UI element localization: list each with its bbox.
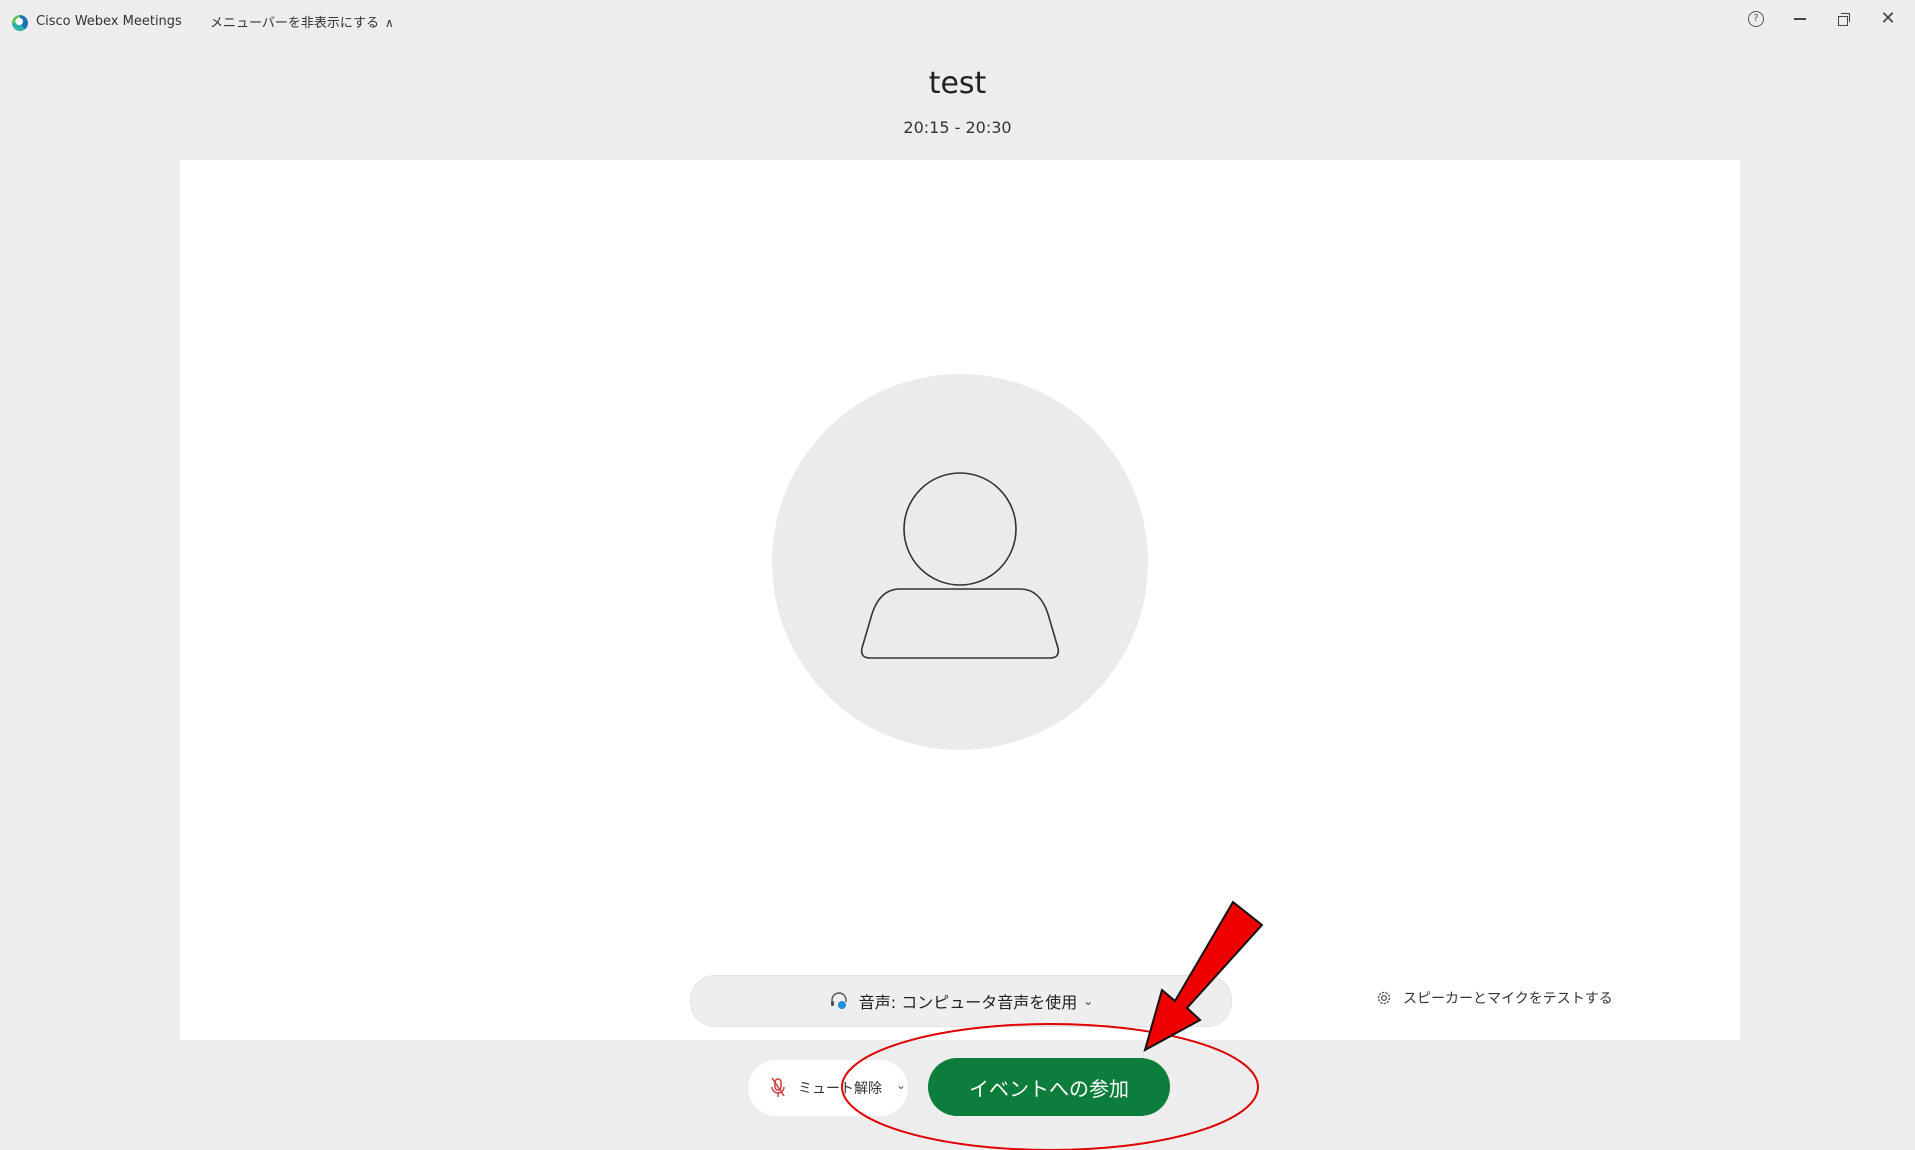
restore-icon <box>1838 13 1850 26</box>
help-icon: ? <box>1748 11 1764 27</box>
gear-icon <box>1377 991 1391 1005</box>
webex-logo-icon <box>12 15 28 31</box>
chevron-down-icon: ⌄ <box>896 1078 907 1092</box>
audio-connection-selector[interactable]: 音声: コンピュータ音声を使用 ⌄ <box>690 975 1232 1027</box>
meeting-title: test <box>928 66 987 101</box>
app-name: Cisco Webex Meetings <box>36 14 182 29</box>
help-button[interactable]: ? <box>1747 10 1765 28</box>
restore-button[interactable] <box>1835 10 1853 28</box>
minimize-icon <box>1794 18 1806 20</box>
join-event-button[interactable]: イベントへの参加 <box>928 1058 1170 1116</box>
person-icon <box>860 472 1060 659</box>
chevron-up-icon: ∧ <box>385 16 394 30</box>
video-preview-panel: 音声: コンピュータ音声を使用 ⌄ スピーカーとマイクをテストする <box>180 160 1740 1040</box>
window-controls: ? ✕ <box>1747 10 1897 28</box>
audio-connection-label: 音声: コンピュータ音声を使用 <box>858 993 1078 1012</box>
hide-menu-bar-label: メニューバーを非表示にする <box>210 16 380 31</box>
avatar <box>772 374 1148 750</box>
hide-menu-bar-toggle[interactable]: メニューバーを非表示にする ∧ <box>210 12 394 31</box>
meeting-time: 20:15 - 20:30 <box>903 118 1012 137</box>
headset-icon <box>830 992 847 1009</box>
unmute-button[interactable]: ミュート解除 ⌄ <box>748 1060 908 1116</box>
close-icon: ✕ <box>1880 8 1896 29</box>
unmute-label: ミュート解除 <box>798 1081 882 1097</box>
webex-window: Cisco Webex Meetings メニューバーを非表示にする ∧ ? ✕ … <box>0 0 1915 1150</box>
test-speaker-mic-label: スピーカーとマイクをテストする <box>1403 991 1613 1007</box>
close-button[interactable]: ✕ <box>1879 10 1897 28</box>
test-speaker-mic-link[interactable]: スピーカーとマイクをテストする <box>1375 988 1613 1008</box>
minimize-button[interactable] <box>1791 10 1809 28</box>
mic-muted-icon <box>771 1077 785 1097</box>
chevron-down-icon: ⌄ <box>1083 994 1094 1008</box>
title-bar: Cisco Webex Meetings メニューバーを非表示にする ∧ ? ✕ <box>0 0 1915 46</box>
